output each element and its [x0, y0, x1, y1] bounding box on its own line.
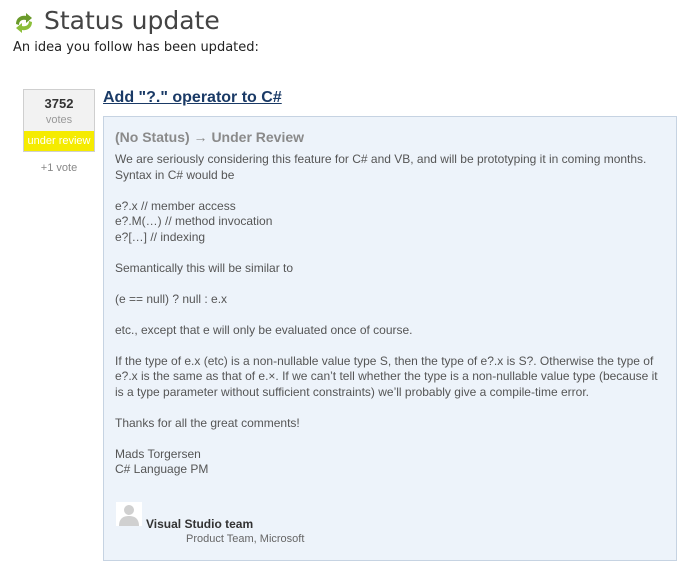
body-line: Mads Torgersen [115, 446, 201, 461]
body-line: e?.M(…) // method invocation [115, 214, 273, 228]
user-avatar-icon [116, 502, 142, 526]
body-line: If the type of e.x (etc) is a non-nullab… [115, 353, 654, 368]
body-line: (e == null) ? null : e.x [115, 291, 228, 306]
body-line: e?[…] // indexing [115, 229, 206, 244]
body-line: e?.x is the same as that of e.×. If we c… [115, 369, 658, 383]
page-title: Status update [44, 6, 220, 35]
update-body: We are seriously considering this featur… [115, 152, 664, 478]
header: Status update [12, 6, 220, 35]
status-update-card: (No Status) → Under Review We are seriou… [103, 116, 677, 561]
body-line: Thanks for all the great comments! [115, 415, 300, 430]
body-line: e?.x // member access [115, 198, 236, 213]
status-update-page: Status update An idea you follow has bee… [0, 0, 695, 578]
page-subtitle: An idea you follow has been updated: [13, 40, 259, 55]
vote-box[interactable]: 3752 votes under review [23, 89, 95, 152]
body-line: Semantically this will be similar to [115, 260, 294, 275]
status-badge: under review [24, 131, 94, 151]
body-line: etc., except that e will only be evaluat… [115, 322, 413, 337]
body-line: Syntax in C# would be [115, 167, 235, 182]
body-line: is a type parameter without sufficient c… [115, 384, 589, 399]
body-line: C# Language PM [115, 462, 209, 476]
idea-title-link[interactable]: Add "?." operator to C# [103, 89, 282, 107]
body-line: We are seriously considering this featur… [115, 152, 647, 166]
status-change: (No Status) → Under Review [115, 129, 305, 145]
author-name[interactable]: Visual Studio team [146, 517, 253, 531]
vote-label: votes [45, 114, 73, 126]
refresh-icon [16, 12, 32, 33]
plus-vote-label: +1 vote [40, 162, 78, 174]
vote-count: 3752 [44, 96, 74, 111]
author-role: Product Team, Microsoft [186, 533, 305, 545]
